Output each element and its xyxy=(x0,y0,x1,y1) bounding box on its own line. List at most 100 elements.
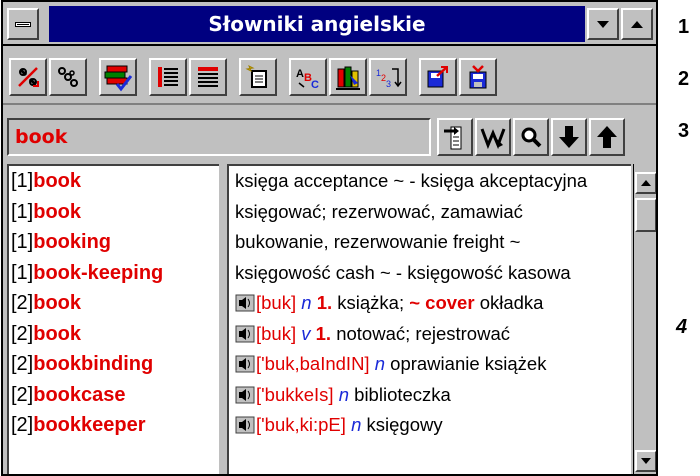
phonetic: [buk] xyxy=(256,322,297,344)
headword: book xyxy=(33,170,82,192)
entry-prefix: [2] xyxy=(11,322,34,345)
export-button[interactable] xyxy=(419,58,457,96)
part-of-speech: n xyxy=(374,353,386,374)
entry-prefix: [1] xyxy=(11,170,34,192)
sort-button[interactable]: 123 xyxy=(369,58,407,96)
system-menu-button[interactable] xyxy=(7,8,39,40)
definition-line: księgować; rezerwować, zamawiać xyxy=(229,197,631,228)
entry-prefix: [2] xyxy=(11,414,34,436)
new-document-icon xyxy=(245,64,267,88)
dictionaries-button[interactable] xyxy=(99,58,137,96)
toolbar-separator xyxy=(3,103,656,105)
svg-text:3: 3 xyxy=(386,79,391,89)
part-of-speech: v xyxy=(301,322,311,344)
list-item[interactable]: [2]bookcase xyxy=(9,380,219,411)
books-icon xyxy=(104,65,133,92)
definition-text: bukowanie, rezerwowanie freight ~ xyxy=(235,231,521,252)
minimize-button[interactable] xyxy=(587,8,619,40)
definition-line: ['buk,baIndIN] n oprawianie książek xyxy=(229,349,631,380)
search-input[interactable]: book xyxy=(7,118,431,156)
definition-line: bukowanie, rezerwowanie freight ~ xyxy=(229,227,631,258)
speaker-icon[interactable] xyxy=(235,325,255,343)
list-item[interactable]: [2]bookbinding xyxy=(9,349,219,380)
definition-line: [buk] v 1. notować; rejestrować xyxy=(229,319,631,350)
triangle-up-icon xyxy=(641,180,651,186)
definition-line: księga acceptance ~ - księga akceptacyjn… xyxy=(229,166,631,197)
list-item[interactable]: [1]book xyxy=(9,166,219,197)
entry-prefix: [1] xyxy=(11,261,34,284)
phonetic: ['buk,baIndIN] xyxy=(256,353,370,374)
new-document-button[interactable] xyxy=(239,58,277,96)
list-item[interactable]: [1]book xyxy=(9,197,219,228)
list-item[interactable]: [1]book-keeping xyxy=(9,258,219,289)
vertical-scrollbar[interactable] xyxy=(633,164,656,474)
list-item[interactable]: [2]book xyxy=(9,288,219,319)
search-icon xyxy=(521,127,542,148)
entry-prefix: [1] xyxy=(11,200,34,223)
link-button[interactable] xyxy=(49,58,87,96)
definition-line: ['buk,ki:pE] n księgowy xyxy=(229,410,631,441)
wildcard-button[interactable] xyxy=(475,118,511,156)
speaker-icon[interactable] xyxy=(235,294,255,312)
definition-text: biblioteczka xyxy=(354,383,451,405)
scroll-up-button[interactable] xyxy=(635,172,656,194)
definition-line: księgowość cash ~ - księgowość kasowa xyxy=(229,258,631,289)
definition-text: księgować; rezerwować, zamawiać xyxy=(235,200,523,222)
scroll-thumb[interactable] xyxy=(635,198,656,232)
arrow-down-icon xyxy=(559,126,579,148)
entry-prefix: [2] xyxy=(11,353,34,375)
search-button[interactable] xyxy=(513,118,549,156)
dictionary-button[interactable] xyxy=(329,58,367,96)
phonetic: ['bukkeIs] xyxy=(256,383,334,405)
scroll-down-button[interactable] xyxy=(635,450,656,472)
list-red-icon xyxy=(158,67,178,87)
definition-pane[interactable]: księga acceptance ~ - księga akceptacyjn… xyxy=(227,164,631,474)
speaker-icon[interactable] xyxy=(235,416,255,434)
entry-prefix: [2] xyxy=(11,292,34,314)
link-icon xyxy=(58,67,78,87)
definition-text: księgowy xyxy=(366,414,443,435)
definition-text: okładka xyxy=(479,292,544,313)
example-headword: ~ cover xyxy=(409,292,475,313)
disconnect-button[interactable] xyxy=(9,58,47,96)
entry-prefix: [1] xyxy=(11,231,34,253)
definition-text: książka; xyxy=(337,292,405,313)
headword: book-keeping xyxy=(33,261,164,284)
arrow-up-icon xyxy=(597,126,617,148)
list-item[interactable]: [2]bookkeeper xyxy=(9,410,219,441)
save-button[interactable] xyxy=(459,58,497,96)
red-list-button[interactable] xyxy=(149,58,187,96)
word-list[interactable]: [1]book [1]book [1]booking [1]book-keepi… xyxy=(7,164,219,474)
dictionary-window: Słowniki angielskie ABC 1 2 3 book [1]bo… xyxy=(1,0,658,476)
definition-text: oprawianie książek xyxy=(390,353,547,374)
headword: book xyxy=(33,292,82,314)
sense-number: 1. xyxy=(315,322,332,344)
abc-button[interactable]: ABC xyxy=(289,58,327,96)
disconnect-icon xyxy=(18,67,39,87)
abc-icon: A BC xyxy=(296,68,319,91)
maximize-button[interactable] xyxy=(621,8,653,40)
callout-4: 4 xyxy=(676,316,688,338)
headword: book xyxy=(33,200,82,223)
speaker-icon[interactable] xyxy=(235,355,255,373)
list-item[interactable]: [1]booking xyxy=(9,227,219,258)
list-black-icon xyxy=(198,67,218,87)
definition-text: księgowość cash ~ - księgowość kasowa xyxy=(235,261,571,283)
wildcard-icon xyxy=(480,128,506,150)
previous-button[interactable] xyxy=(589,118,625,156)
sense-number: 1. xyxy=(316,292,333,313)
list-item[interactable]: [2]book xyxy=(9,319,219,350)
speaker-icon[interactable] xyxy=(235,386,255,404)
insert-icon xyxy=(444,126,462,150)
next-button[interactable] xyxy=(551,118,587,156)
definition-line: [buk] n 1. książka; ~ cover okładka xyxy=(229,288,631,319)
insert-button[interactable] xyxy=(437,118,473,156)
callout-2: 2 xyxy=(678,68,690,90)
search-row: book xyxy=(3,106,656,160)
svg-text:C: C xyxy=(311,79,319,91)
part-of-speech: n xyxy=(338,383,350,405)
title-bar: Słowniki angielskie xyxy=(3,2,656,46)
black-list-button[interactable] xyxy=(189,58,227,96)
headword: bookcase xyxy=(33,383,126,406)
definition-line: ['bukkeIs] n biblioteczka xyxy=(229,380,631,411)
